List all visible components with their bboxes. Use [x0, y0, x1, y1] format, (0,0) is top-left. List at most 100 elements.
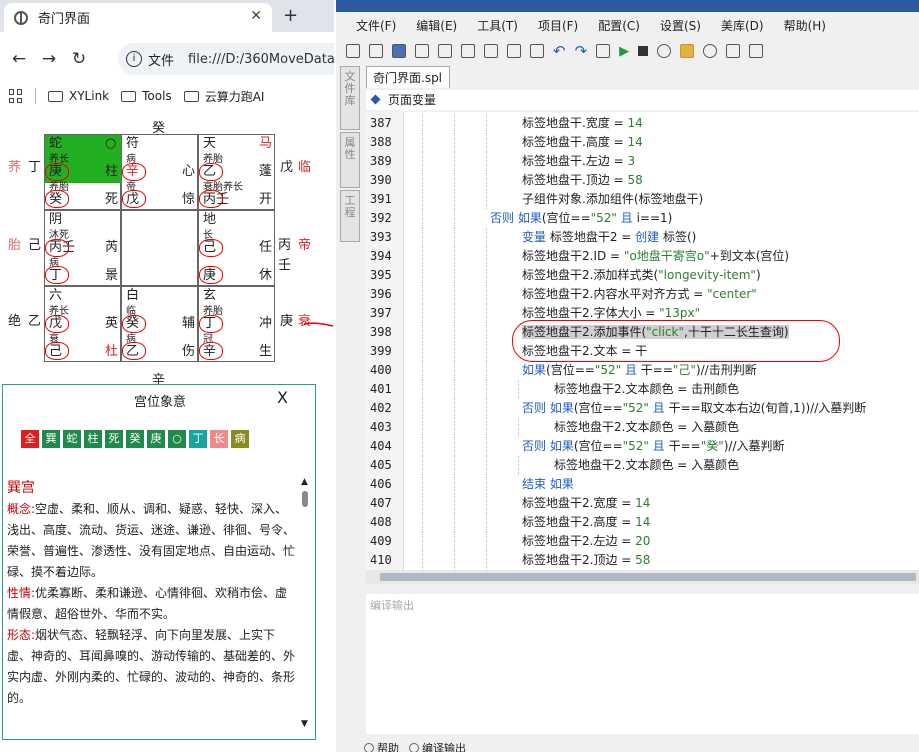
palace-cell[interactable]: 玄养胎丁冲冠辛生	[198, 286, 275, 362]
browser-tab[interactable]: 奇门界面 ✕	[4, 3, 272, 32]
code-line[interactable]: 标签地盘干.高度 = 14	[522, 133, 643, 152]
tab-help[interactable]: 帮助	[364, 740, 399, 752]
menu-item[interactable]: 配置(C)	[598, 17, 640, 34]
code-editor[interactable]: 387 388 389 390 391 392 393 394 395 396 397 398 399 4…	[366, 112, 919, 570]
palace-cell[interactable]: 白临癸辅病乙伤	[121, 286, 198, 362]
code-line[interactable]: 标签地盘干2.文本颜色 = 击刑颜色	[554, 380, 739, 399]
scroll-up-icon[interactable]: ▲	[301, 477, 308, 487]
stop-icon[interactable]	[638, 46, 649, 56]
tag-chip[interactable]: 丁	[189, 430, 207, 448]
code-line[interactable]: 变量 标签地盘干2 = 创建 标签()	[522, 228, 696, 247]
folder-icon[interactable]	[680, 44, 695, 58]
code-line[interactable]: 否则 如果(宫位=="52" 且 干=="癸")//入墓判断	[522, 437, 785, 456]
code-line[interactable]: 如果(宫位=="52" 且 干=="己")//击刑判断	[522, 361, 757, 380]
palace-cell[interactable]: 阴沐死 丙壬芮病丁景	[44, 210, 121, 286]
debug-icon[interactable]	[657, 44, 672, 58]
back-icon[interactable]: ←	[8, 49, 30, 69]
code-token: +到文本(宫位)	[709, 249, 790, 263]
globe-icon[interactable]	[703, 44, 718, 58]
code-line[interactable]: 标签地盘干2.高度 = 14	[522, 513, 650, 532]
code-line[interactable]: 标签地盘干.顶边 = 58	[522, 171, 643, 190]
code-line[interactable]: 标签地盘干2.ID = "o地盘干寄宫o"+到文本(宫位)	[522, 247, 789, 266]
device-icon[interactable]	[726, 44, 741, 58]
code-line[interactable]: 否则 如果(宫位=="52" 且 干==取文本右边(旬首,1))//入墓判断	[522, 399, 866, 418]
scroll-thumb[interactable]	[302, 491, 308, 507]
code-line[interactable]: 标签地盘干2.文本颜色 = 入墓颜色	[554, 418, 739, 437]
grid-icon[interactable]	[346, 44, 360, 58]
menu-item[interactable]: 文件(F)	[356, 17, 396, 34]
paste-icon[interactable]	[461, 44, 475, 58]
forward-icon[interactable]: →	[38, 49, 60, 69]
tag-chip[interactable]: ○	[168, 430, 186, 448]
outline-icon[interactable]	[530, 44, 544, 58]
palace-cell[interactable]: 地长己任庚休	[198, 210, 275, 286]
menu-item[interactable]: 项目(F)	[538, 17, 578, 34]
dialog-scrollbar[interactable]: ▲ ▼	[300, 477, 312, 733]
build-icon[interactable]	[596, 44, 611, 58]
code-line[interactable]: 标签地盘干2.添加样式类("longevity-item")	[522, 266, 761, 285]
palace-cell[interactable]: 天马养胎乙蓬衰胎养长 丙壬开	[198, 134, 275, 210]
section-form: 形态:烟状气态、轻飘轻浮、向下向里发展、上实下虚、神奇的、耳闻鼻嗅的、游动传输的…	[7, 628, 296, 705]
bookmark-tools[interactable]: Tools	[121, 89, 172, 103]
undo-icon[interactable]: ↶	[553, 42, 566, 60]
palace-cell[interactable]: 符病辛心帝戊惊	[121, 134, 198, 210]
menu-item[interactable]: 编辑(E)	[416, 17, 457, 34]
palace-cell[interactable]	[121, 210, 198, 286]
tag-chip[interactable]: 柱	[84, 430, 102, 448]
close-icon[interactable]: X	[277, 388, 288, 407]
menu-item[interactable]: 工具(T)	[477, 17, 518, 34]
code-line[interactable]: 标签地盘干2.左边 = 20	[522, 532, 650, 551]
tag-chip[interactable]: 死	[105, 430, 123, 448]
open-icon[interactable]	[369, 44, 383, 58]
horizontal-scrollbar[interactable]	[366, 570, 919, 584]
code-line[interactable]: 标签地盘干.左边 = 3	[522, 152, 635, 171]
code-line[interactable]: 标签地盘干2.内容水平对齐方式 = "center"	[522, 285, 757, 304]
cut-icon[interactable]	[415, 44, 429, 58]
close-icon[interactable]: ✕	[250, 8, 262, 24]
bookmark-xylink[interactable]: XYLink	[48, 89, 109, 103]
code-line[interactable]: 标签地盘干.宽度 = 14	[522, 114, 643, 133]
code-line[interactable]: 否则 如果(宫位=="52" 且 i==1)	[490, 209, 672, 228]
address-bar[interactable]: i 文件 file:///D:/360MoveData	[118, 43, 334, 75]
tag-chip[interactable]: 全	[21, 430, 39, 448]
line-number: 394	[370, 249, 392, 263]
reload-icon[interactable]: ↻	[68, 49, 90, 69]
tag-chip[interactable]: 庚	[147, 430, 165, 448]
code-line[interactable]: 子组件对象.添加组件(标签地盘干)	[522, 190, 703, 209]
redo-icon[interactable]: ↷	[575, 42, 588, 60]
code-line[interactable]: 结束 如果	[522, 475, 574, 494]
search-icon[interactable]	[484, 44, 498, 58]
info-icon[interactable]: i	[126, 51, 142, 67]
palace-cell[interactable]: 六养长戊英衰己杜	[44, 286, 121, 362]
run-icon[interactable]: ▶	[619, 44, 629, 59]
line-number: 405	[370, 458, 392, 472]
tag-chip[interactable]: 病	[231, 430, 249, 448]
page-variables[interactable]: 页面变量	[366, 90, 919, 110]
code-line[interactable]: 标签地盘干2.顶边 = 58	[522, 551, 650, 570]
scroll-down-icon[interactable]: ▼	[301, 719, 308, 729]
tab-library[interactable]: 文件库	[340, 66, 360, 130]
bookmark-cloud[interactable]: 云算力跑AI	[183, 88, 264, 105]
menu-item[interactable]: 设置(S)	[660, 17, 701, 34]
save-icon[interactable]	[392, 44, 406, 58]
tag-chip[interactable]: 癸	[126, 430, 144, 448]
editor-tab[interactable]: 奇门界面.spl	[366, 66, 450, 88]
list-icon[interactable]	[507, 44, 521, 58]
code-line[interactable]: 标签地盘干2.文本颜色 = 入墓颜色	[554, 456, 739, 475]
tab-properties[interactable]: 属性	[340, 132, 360, 188]
tab-project[interactable]: 工程	[340, 190, 360, 242]
tag-chip[interactable]: 长	[210, 430, 228, 448]
tag-chip[interactable]: 蛇	[63, 430, 81, 448]
palace-cell[interactable]: 蛇 ○ 养长庚柱养胎癸死	[44, 134, 121, 210]
tag-chip[interactable]: 巽	[42, 430, 60, 448]
menu-item[interactable]: 帮助(H)	[784, 17, 826, 34]
new-tab-icon[interactable]: +	[283, 5, 298, 26]
scroll-thumb[interactable]	[380, 573, 916, 581]
indent-guide	[486, 399, 487, 418]
tab-compile-output[interactable]: 编译输出	[409, 740, 466, 752]
menu-item[interactable]: 美库(D)	[721, 17, 764, 34]
copy-icon[interactable]	[438, 44, 452, 58]
code-line[interactable]: 标签地盘干2.宽度 = 14	[522, 494, 650, 513]
apps-icon[interactable]	[9, 89, 23, 103]
network-icon[interactable]	[749, 44, 764, 58]
